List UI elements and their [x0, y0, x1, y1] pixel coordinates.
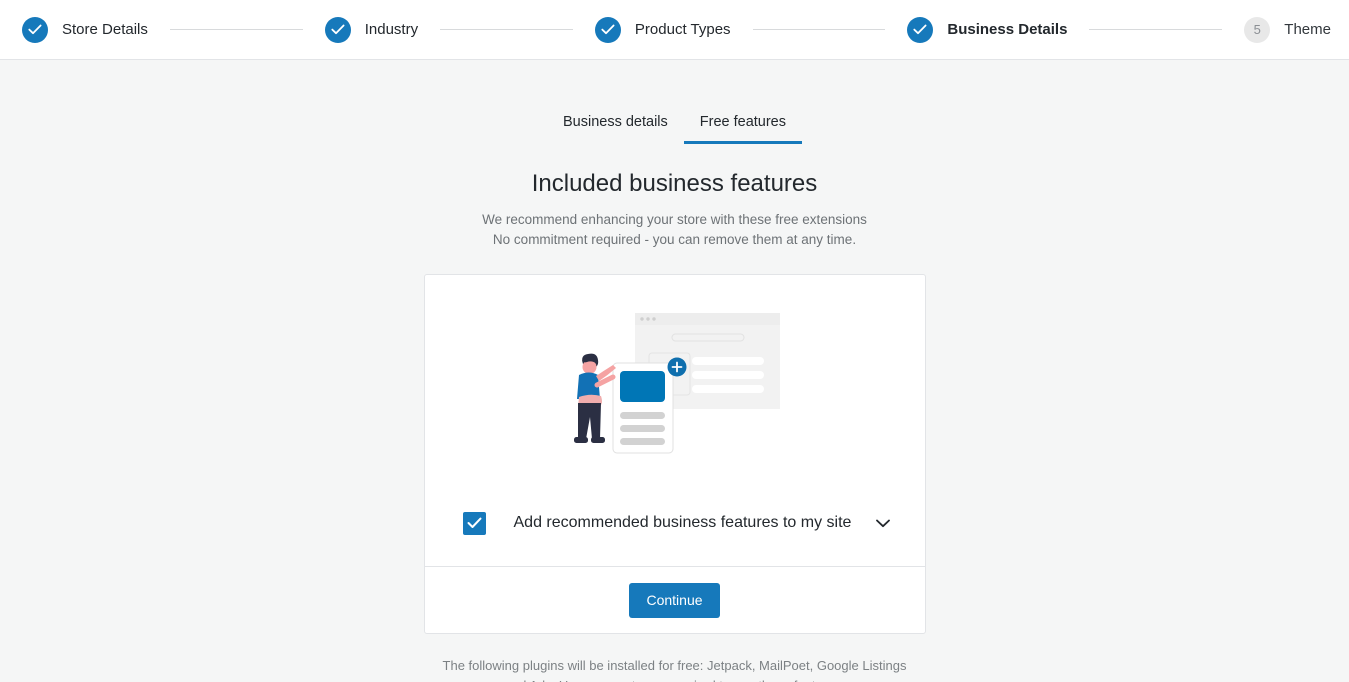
stepper-step-label: Store Details — [62, 21, 148, 38]
onboarding-stepper: Store Details Industry Product Types Busine… — [22, 16, 1331, 43]
tab-business-details[interactable]: Business details — [547, 108, 684, 144]
plugins-disclaimer-line-2: and Ads. User accounts are required to u… — [505, 678, 845, 682]
check-icon — [22, 16, 48, 43]
stepper-step-label: Theme — [1284, 21, 1331, 38]
add-features-label: Add recommended business features to my … — [513, 514, 852, 532]
stepper-step-label: Business Details — [947, 21, 1068, 38]
check-icon — [907, 16, 934, 43]
stepper-step-industry[interactable]: Industry — [324, 16, 419, 43]
check-icon — [467, 517, 481, 529]
onboarding-header: Store Details Industry Product Types Busine… — [0, 0, 1349, 60]
stepper-step-product-types[interactable]: Product Types — [594, 16, 731, 43]
recommended-features-row[interactable]: Add recommended business features to my … — [425, 480, 925, 566]
stepper-step-store-details[interactable]: Store Details — [22, 16, 148, 43]
stepper-connector — [169, 29, 303, 30]
check-icon — [324, 16, 351, 43]
stepper-connector — [1089, 29, 1223, 30]
stepper-connector — [440, 29, 573, 30]
intro-subtitle: We recommend enhancing your store with t… — [482, 210, 867, 251]
add-features-checkbox[interactable] — [462, 511, 486, 535]
stepper-step-label: Product Types — [634, 21, 731, 38]
chevron-down-icon[interactable] — [872, 512, 894, 534]
plugins-disclaimer: The following plugins will be installed … — [440, 656, 910, 682]
section-tabs: Business details Free features — [547, 108, 803, 144]
page-body: Business details Free features Included b… — [0, 60, 1349, 682]
intro-block: Included business features We recommend … — [482, 170, 867, 250]
check-icon — [594, 16, 621, 43]
continue-button[interactable]: Continue — [629, 582, 720, 618]
business-features-illustration — [574, 312, 780, 454]
stepper-step-business-details[interactable]: Business Details — [907, 16, 1068, 43]
page-title: Included business features — [531, 170, 818, 197]
stepper-step-label: Industry — [364, 21, 419, 38]
intro-subtitle-line-1: We recommend enhancing your store with t… — [482, 211, 867, 227]
intro-subtitle-line-2: No commitment required - you can remove … — [492, 232, 857, 248]
stepper-step-theme[interactable]: 5 Theme — [1244, 16, 1331, 43]
step-number-marker: 5 — [1244, 16, 1271, 43]
plugins-disclaimer-line-1: The following plugins will be installed … — [442, 658, 907, 674]
tab-free-features[interactable]: Free features — [683, 108, 803, 144]
free-features-card: Add recommended business features to my … — [423, 274, 926, 635]
card-footer: Continue — [424, 566, 925, 633]
card-illustration-area — [425, 275, 925, 480]
stepper-connector — [752, 29, 886, 30]
